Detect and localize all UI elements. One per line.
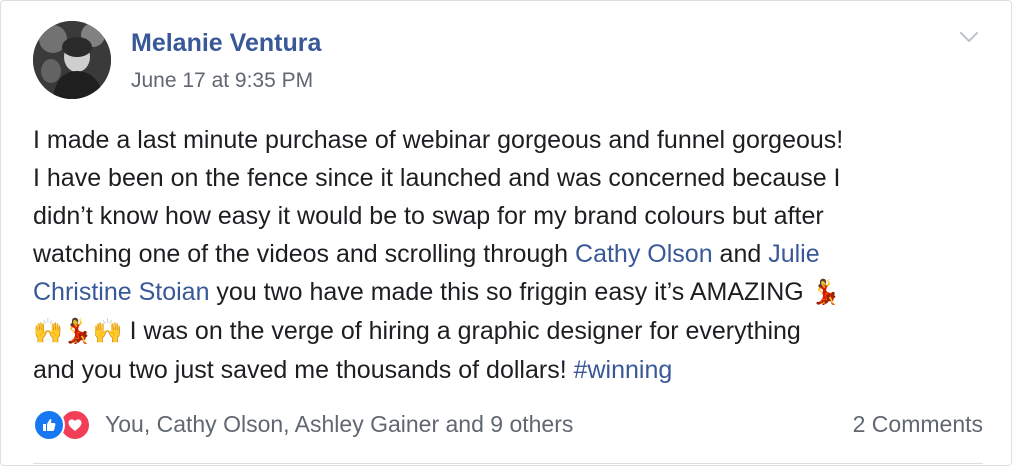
post-text-segment: I was on the verge of hiring a graphic d… xyxy=(122,317,801,345)
post-text-line: I made a last minute purchase of webinar… xyxy=(33,126,844,154)
dancer-emoji: 💃 xyxy=(62,318,93,345)
post-text-line: watching one of the videos and scrolling… xyxy=(33,235,993,273)
post-text-line: 🙌💃🙌 I was on the verge of hiring a graph… xyxy=(33,312,993,351)
author-name[interactable]: Melanie Ventura xyxy=(131,29,321,58)
mention-julie-christine-stoian[interactable]: Julie xyxy=(768,240,819,268)
avatar-photo xyxy=(33,21,111,99)
post-text-segment: and xyxy=(712,240,769,268)
post-footer: You, Cathy Olson, Ashley Gainer and 9 ot… xyxy=(33,403,983,447)
dancer-emoji: 💃 xyxy=(810,279,841,306)
post-text-segment: and you two just saved me thousands of d… xyxy=(33,356,574,384)
post-header: Melanie Ventura June 17 at 9:35 PM xyxy=(33,21,981,103)
hashtag-winning[interactable]: #winning xyxy=(574,356,673,384)
reactors-text[interactable]: You, Cathy Olson, Ashley Gainer and 9 ot… xyxy=(105,411,573,438)
raised-hands-emoji: 🙌 xyxy=(33,318,63,345)
facebook-post: Melanie Ventura June 17 at 9:35 PM I mad… xyxy=(0,0,1012,466)
post-text-line: Christine Stoian you two have made this … xyxy=(33,273,993,312)
mention-julie-christine-stoian[interactable]: Christine Stoian xyxy=(33,278,209,306)
post-text-segment: you two have made this so friggin easy i… xyxy=(209,278,811,306)
post-text-line: and you two just saved me thousands of d… xyxy=(33,351,993,389)
post-body: I made a last minute purchase of webinar… xyxy=(33,121,993,389)
like-icon xyxy=(33,409,65,441)
comments-count[interactable]: 2 Comments xyxy=(853,411,983,438)
post-text-segment: watching one of the videos and scrolling… xyxy=(33,240,576,268)
raised-hands-emoji: 🙌 xyxy=(92,318,123,345)
mention-cathy-olson[interactable]: Cathy Olson xyxy=(575,240,713,268)
post-timestamp[interactable]: June 17 at 9:35 PM xyxy=(131,69,313,93)
post-text-line: I have been on the fence since it launch… xyxy=(33,164,841,192)
avatar[interactable] xyxy=(33,21,111,99)
divider xyxy=(33,463,983,464)
chevron-down-icon[interactable] xyxy=(957,25,981,49)
post-text-line: didn’t know how easy it would be to swap… xyxy=(33,202,824,230)
